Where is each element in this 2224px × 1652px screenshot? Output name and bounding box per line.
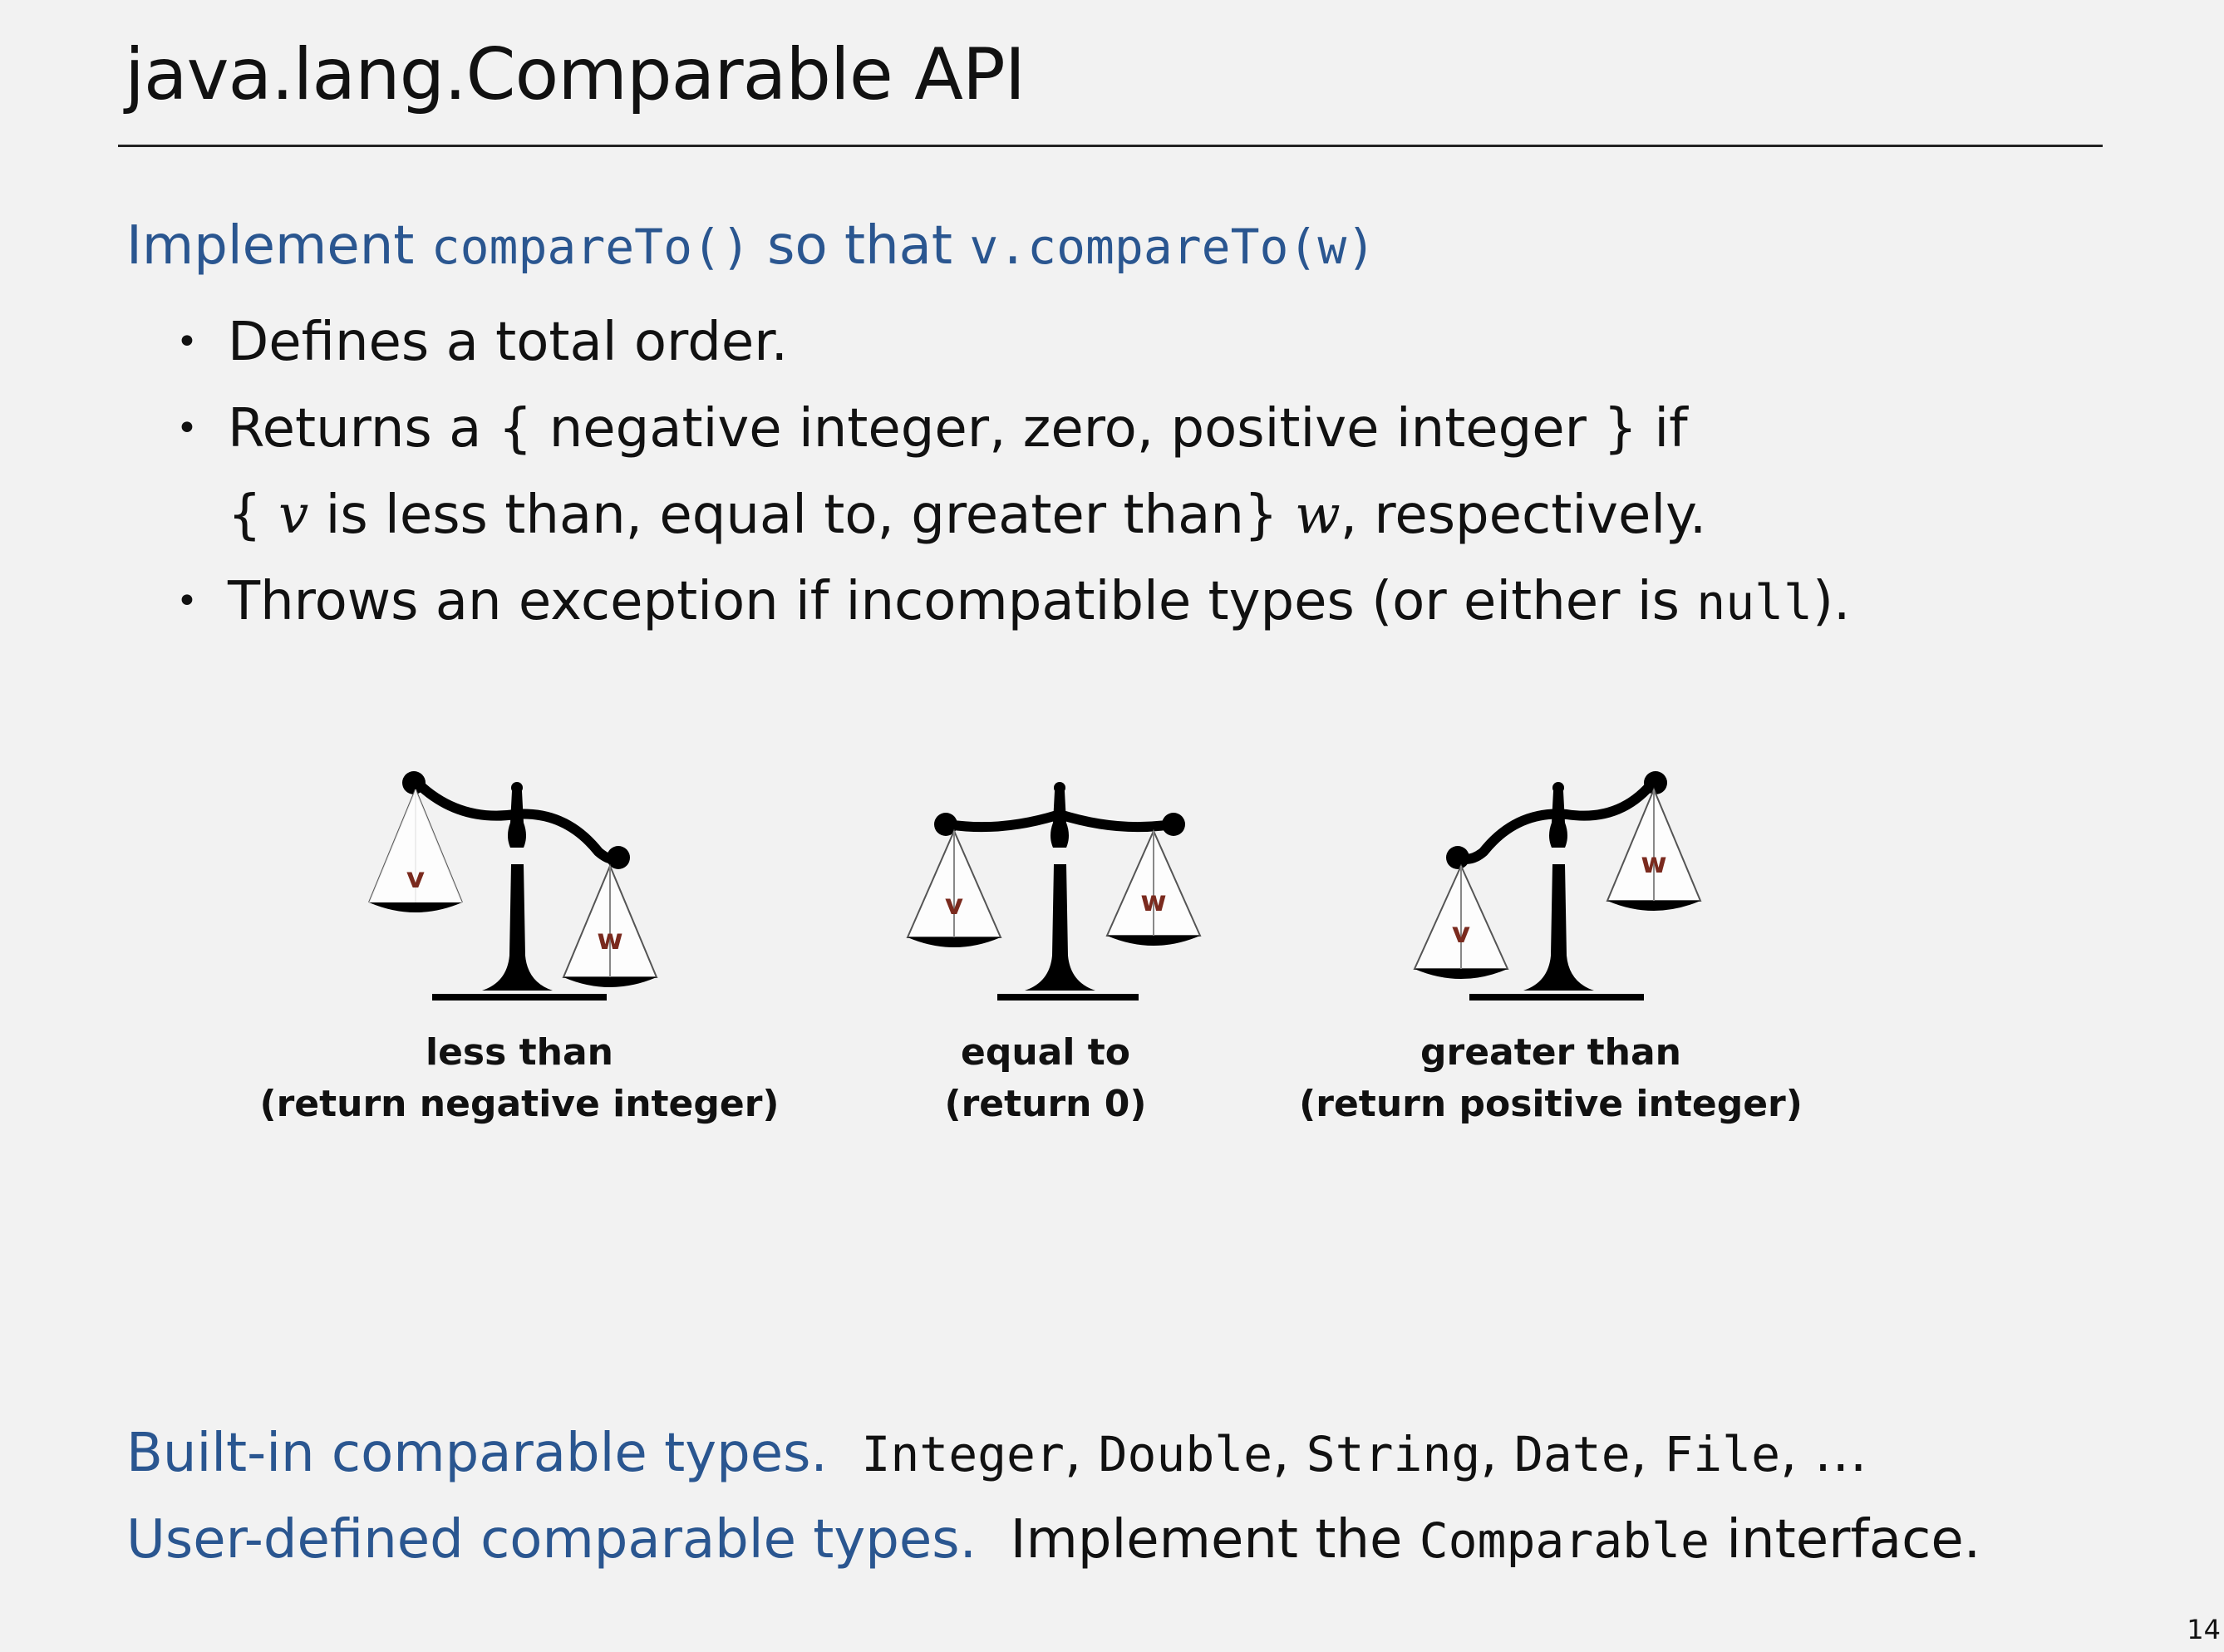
bullet-text-continuation: { v is less than, equal to, greater than… <box>228 472 1850 558</box>
type-name: Integer <box>861 1426 1065 1482</box>
text-fragment: is less than, equal to, greater than} <box>308 484 1295 546</box>
type-separator: , <box>1272 1423 1306 1484</box>
builtin-types-line: Built-in comparable types. Integer, Doub… <box>126 1423 1867 1484</box>
interface-name: Comparable <box>1419 1512 1710 1569</box>
type-name: Date <box>1513 1426 1631 1482</box>
type-name: Double <box>1098 1426 1273 1482</box>
null-keyword: null <box>1696 574 1813 631</box>
slide-title: java.lang.Comparable API <box>125 33 1026 116</box>
bullet-item: • Defines a total order. <box>165 299 1850 386</box>
type-separator: , <box>1480 1423 1514 1484</box>
var-w: w <box>1294 484 1341 546</box>
bullet-dot-icon: • <box>176 407 198 450</box>
caption-line: (return negative integer) <box>259 1083 780 1125</box>
bullet-text: Throws an exception if incompatible type… <box>228 571 1697 632</box>
type-separator: , <box>1630 1423 1665 1484</box>
scale-caption: equal to (return 0) <box>944 1027 1146 1130</box>
pan-label: w <box>597 923 622 956</box>
scale-caption: less than (return negative integer) <box>259 1027 779 1130</box>
bullet-item: • Throws an exception if incompatible ty… <box>165 558 1850 646</box>
bullet-text: ). <box>1812 571 1851 632</box>
intro-middle: so that <box>750 215 970 277</box>
pan-label: w <box>1140 885 1166 918</box>
intro-line: Implement compareTo() so that v.compareT… <box>126 213 1375 280</box>
bullet-list: • Defines a total order. • Returns a { n… <box>165 299 1850 646</box>
text-fragment: { <box>228 484 279 546</box>
user-text: Implement the <box>1010 1509 1420 1571</box>
user-text: interface. <box>1709 1509 1981 1571</box>
pan-label: w <box>1641 847 1666 880</box>
type-name: String <box>1306 1426 1481 1482</box>
scale-caption: greater than (return positive integer) <box>1299 1027 1803 1130</box>
bullet-dot-icon: • <box>176 580 198 622</box>
balance-scale-icon: v w <box>1413 771 1702 1001</box>
caption-line: less than <box>426 1031 613 1074</box>
balance-scale-icon: v w <box>368 771 658 1001</box>
page-number: 14 <box>2187 1614 2221 1645</box>
bullet-dot-icon: • <box>176 321 198 363</box>
intro-lead: Implement <box>126 215 431 277</box>
bullet-text: Returns a { negative integer, zero, posi… <box>228 398 1688 460</box>
type-separator: , <box>1064 1423 1099 1484</box>
caption-line: greater than <box>1420 1031 1681 1074</box>
balance-scale-icon: v w <box>906 782 1202 1001</box>
pan-label: v <box>406 862 425 895</box>
pan-label: v <box>945 888 963 922</box>
bullet-text: Defines a total order. <box>228 312 788 373</box>
intro-method: compareTo() <box>431 219 750 275</box>
caption-line: equal to <box>960 1031 1131 1074</box>
type-separator: , … <box>1780 1423 1867 1484</box>
var-v: v <box>278 484 309 546</box>
text-fragment: , respectively. <box>1340 484 1707 546</box>
bullet-item: • Returns a { negative integer, zero, po… <box>165 386 1850 558</box>
caption-line: (return positive integer) <box>1299 1083 1803 1125</box>
builtin-label: Built-in comparable types. <box>126 1423 828 1484</box>
pan-label: v <box>1452 917 1470 950</box>
type-name: File <box>1664 1426 1781 1482</box>
caption-line: (return 0) <box>944 1083 1147 1125</box>
user-label: User-defined comparable types. <box>126 1509 977 1571</box>
intro-call: v.compareTo(w) <box>969 219 1376 275</box>
user-types-line: User-defined comparable types. Implement… <box>126 1509 1980 1571</box>
title-rule <box>118 145 2103 147</box>
